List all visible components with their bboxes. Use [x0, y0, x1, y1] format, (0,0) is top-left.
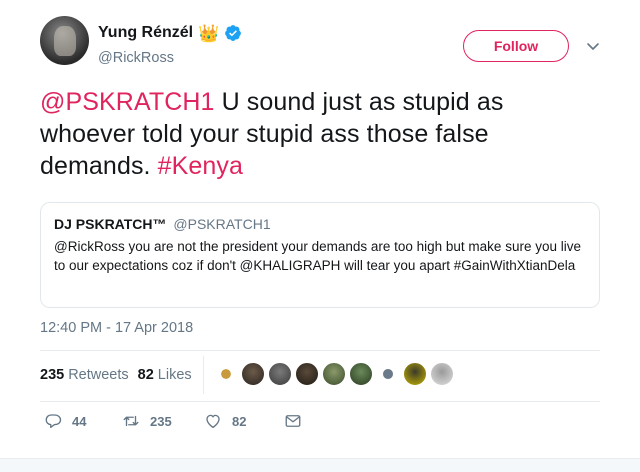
reply-icon [45, 414, 62, 429]
crown-emoji-icon: 👑 [198, 23, 220, 43]
liker-avatar[interactable] [430, 362, 454, 386]
tweet-stats: 235 Retweets 82 Likes [40, 367, 192, 383]
tweet-timestamp[interactable]: 12:40 PM - 17 Apr 2018 [40, 320, 193, 336]
liker-avatar[interactable] [295, 362, 319, 386]
likers-avatars [214, 362, 457, 386]
retweets-count: 235 [40, 367, 65, 383]
author-name-row: Yung Rénzél 👑 [98, 24, 242, 42]
quoted-tweet-header: DJ PSKRATCH™ @PSKRATCH1 [54, 215, 586, 233]
tweet-header: Yung Rénzél 👑 @RickRoss Follow [40, 14, 610, 66]
verified-badge-icon [225, 25, 242, 41]
divider [40, 401, 600, 402]
quoted-author-name: DJ PSKRATCH™ [54, 216, 167, 232]
liker-avatar[interactable] [403, 362, 427, 386]
like-count: 82 [232, 413, 247, 429]
follow-button[interactable]: Follow [463, 30, 569, 62]
quoted-tweet-text: @RickRoss you are not the president your… [54, 239, 581, 273]
liker-avatar[interactable] [322, 362, 346, 386]
tweet-mention-link[interactable]: @PSKRATCH1 [40, 88, 215, 116]
liker-avatar[interactable] [214, 362, 238, 386]
retweet-icon [123, 415, 139, 427]
author-handle[interactable]: @RickRoss [98, 50, 174, 66]
author-avatar[interactable] [40, 16, 89, 65]
quoted-author-handle: @PSKRATCH1 [173, 216, 271, 232]
tweet-actions: 44 235 82 [40, 412, 600, 434]
liker-avatar[interactable] [349, 362, 373, 386]
likes-count: 82 [137, 367, 154, 383]
tweet-hashtag-link[interactable]: #Kenya [158, 152, 243, 180]
stats-separator [203, 356, 204, 394]
likes-stat[interactable]: 82 Likes [138, 367, 192, 383]
direct-message-button[interactable] [284, 412, 302, 430]
quoted-tweet[interactable]: DJ PSKRATCH™ @PSKRATCH1 @RickRoss you ar… [40, 202, 600, 308]
reply-button[interactable]: 44 [44, 412, 86, 430]
reply-count: 44 [72, 413, 87, 429]
like-button[interactable]: 82 [204, 412, 246, 430]
retweets-label: Retweets [68, 367, 129, 383]
divider [40, 350, 600, 351]
author-display-name[interactable]: Yung Rénzél [98, 24, 193, 42]
retweet-count: 235 [150, 413, 172, 429]
liker-avatar[interactable] [376, 362, 400, 386]
footer-bar [0, 458, 640, 472]
chevron-down-icon[interactable] [585, 38, 601, 54]
retweet-button[interactable]: 235 [122, 412, 172, 430]
retweets-stat[interactable]: 235 Retweets [40, 367, 129, 383]
envelope-icon [285, 415, 301, 427]
likes-label: Likes [157, 367, 192, 383]
tweet-text: @PSKRATCH1 U sound just as stupid as who… [40, 86, 600, 182]
liker-avatar[interactable] [268, 362, 292, 386]
heart-icon [206, 414, 220, 429]
liker-avatar[interactable] [241, 362, 265, 386]
